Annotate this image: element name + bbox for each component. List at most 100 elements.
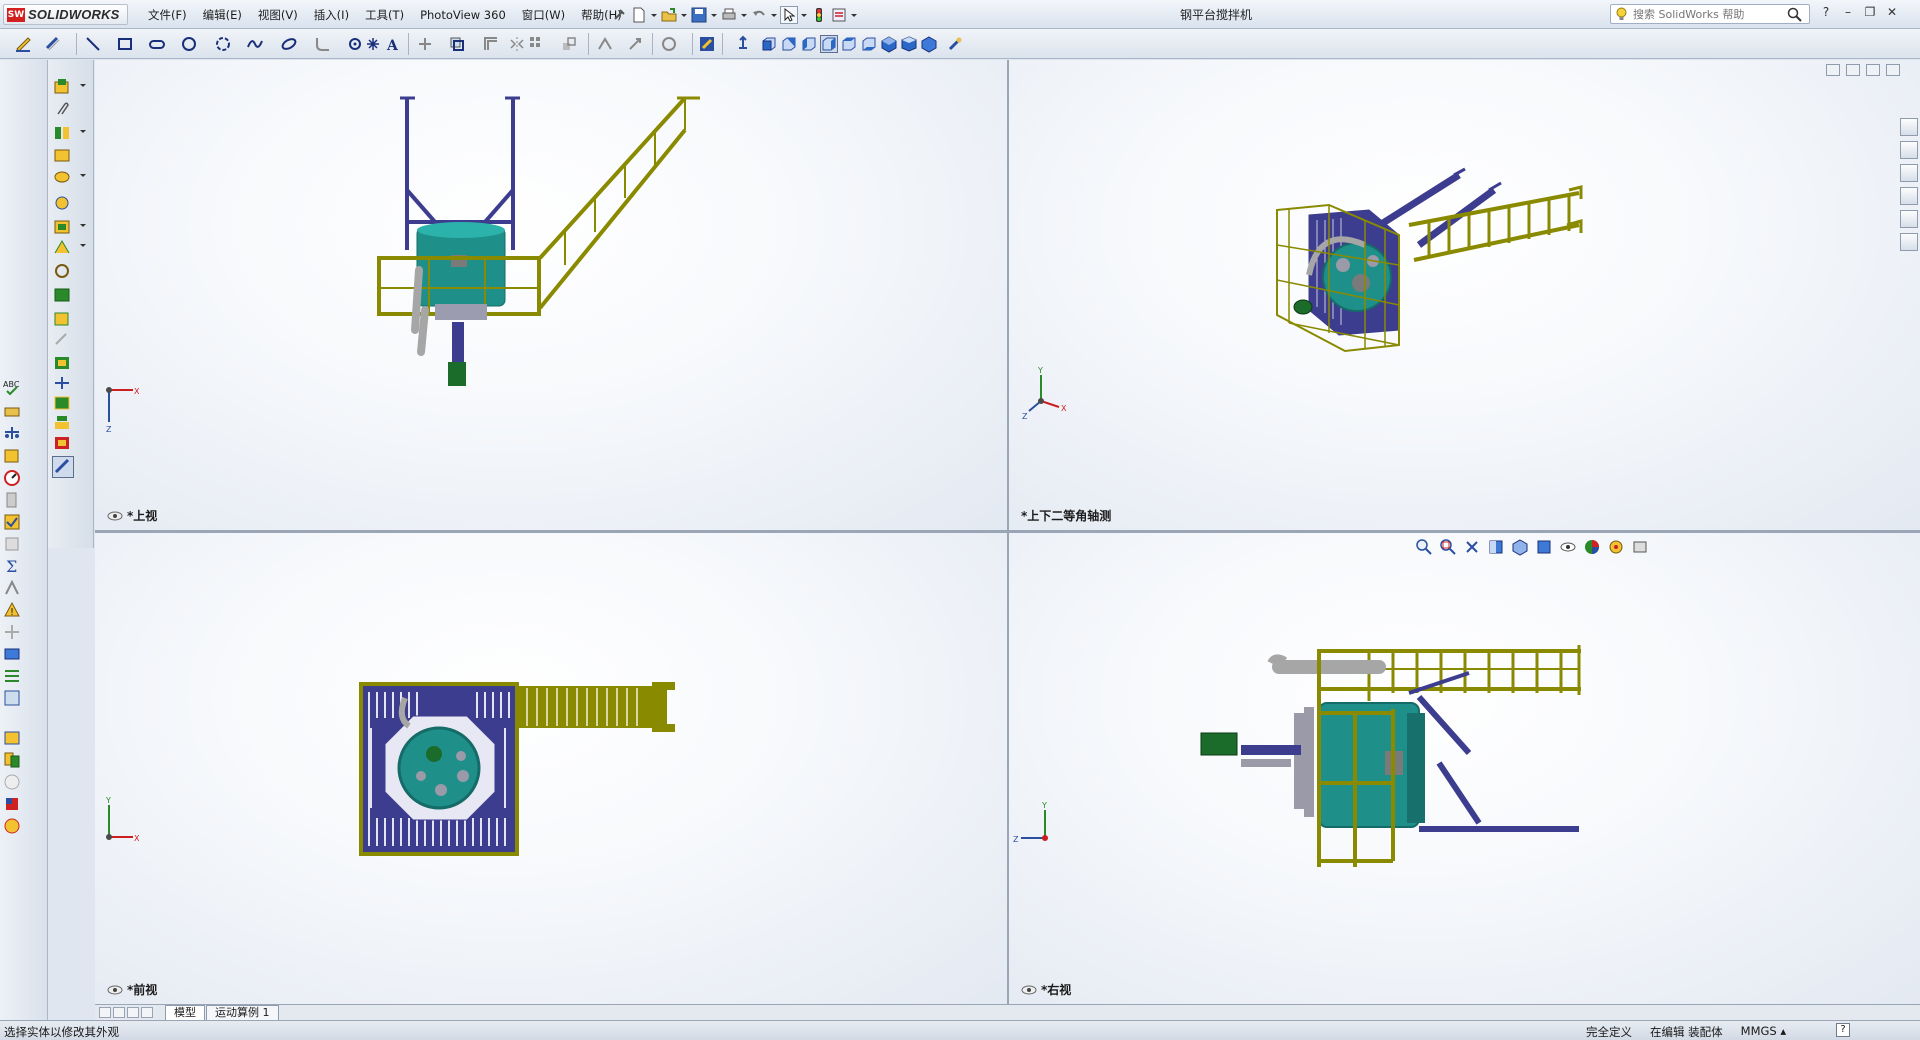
spelling-check-icon[interactable]: ABC [2, 378, 24, 398]
link-views-icon[interactable] [946, 35, 964, 53]
view-orientation-icon[interactable] [1511, 538, 1529, 556]
geometry-analysis-icon[interactable] [2, 534, 24, 554]
solidworks-resources-icon[interactable] [1900, 118, 1918, 136]
rectangle-icon[interactable] [116, 35, 134, 53]
offset-entities-icon[interactable] [482, 35, 500, 53]
convert-entities-icon[interactable] [448, 35, 466, 53]
new-dropdown-icon[interactable] [650, 6, 658, 24]
select-pointer-icon[interactable] [780, 6, 798, 24]
viewport-vertical-splitter[interactable] [1007, 60, 1009, 1004]
zoom-to-area-icon[interactable] [1439, 538, 1457, 556]
sweep-icon[interactable] [52, 146, 72, 164]
slot-icon[interactable] [148, 35, 166, 53]
undo-icon[interactable] [750, 6, 768, 24]
new-document-icon[interactable] [630, 6, 648, 24]
revolve-dropdown-icon[interactable] [80, 128, 86, 134]
pin-icon[interactable] [610, 6, 628, 24]
viewport-dimetric-view[interactable]: Y X Z *上下二等角轴测 [1009, 60, 1920, 530]
display-relations-icon[interactable] [596, 35, 614, 53]
bill-of-materials-icon[interactable] [52, 434, 72, 452]
display-style-icon[interactable] [1535, 538, 1553, 556]
extruded-dropdown-icon[interactable] [80, 82, 86, 88]
loft-dropdown-icon[interactable] [80, 172, 86, 178]
print-dropdown-icon[interactable] [740, 6, 748, 24]
active-sketch-tab-icon[interactable] [52, 456, 74, 478]
polygon-icon[interactable] [346, 35, 364, 53]
mate-icon[interactable] [52, 354, 72, 372]
point-icon[interactable] [364, 35, 382, 53]
check-icon[interactable] [2, 512, 24, 532]
hide-show-items-icon[interactable] [1559, 538, 1577, 556]
edit-appearance-icon[interactable] [1583, 538, 1601, 556]
solidworks-logo[interactable]: SW SOLIDWORKS [3, 4, 128, 25]
right-view-icon[interactable] [820, 35, 838, 53]
line-icon[interactable] [84, 35, 102, 53]
file-explorer-icon[interactable] [1900, 164, 1918, 182]
reference-geometry-icon[interactable] [52, 262, 72, 280]
open-dropdown-icon[interactable] [680, 6, 688, 24]
mass-properties-icon[interactable] [2, 424, 24, 444]
zoom-to-fit-icon[interactable] [1415, 538, 1433, 556]
isometric-view-icon[interactable] [880, 35, 898, 53]
linear-pattern-feature-icon[interactable] [52, 218, 72, 236]
curves-icon[interactable] [52, 286, 72, 304]
status-help-icon[interactable]: ? [1836, 1023, 1850, 1037]
compare-documents-icon[interactable] [2, 750, 24, 770]
exploded-view-icon[interactable] [52, 414, 72, 432]
revolve-icon[interactable] [52, 124, 72, 142]
fillet-icon[interactable] [314, 35, 332, 53]
move-component-icon[interactable] [52, 374, 72, 392]
menu-file[interactable]: 文件(F) [140, 4, 195, 26]
help-search-input[interactable] [1633, 6, 1783, 22]
help-search-box[interactable] [1610, 4, 1810, 24]
thickness-analysis-icon[interactable] [2, 644, 24, 664]
equations-icon[interactable]: Σ [2, 556, 24, 576]
instant3d-icon[interactable] [52, 310, 72, 328]
design-library-icon[interactable] [1900, 141, 1918, 159]
viewport-top-view[interactable]: X Z *上视 [95, 60, 1007, 530]
last-tab-arrow-icon[interactable] [141, 1007, 153, 1018]
viewport-front-view[interactable]: Y X *前视 [95, 533, 1007, 1004]
right-view-model[interactable] [1179, 633, 1599, 873]
spline-icon[interactable] [246, 35, 264, 53]
section-properties-icon[interactable] [2, 446, 24, 466]
design-checker-icon[interactable] [2, 794, 24, 814]
tab-model[interactable]: 模型 [165, 1005, 205, 1020]
rebuild-icon[interactable] [810, 6, 828, 24]
viewport-split-icon[interactable] [1826, 64, 1840, 76]
appearances-scenes-icon[interactable] [1900, 210, 1918, 228]
normal-to-icon[interactable] [734, 35, 752, 53]
menu-window[interactable]: 窗口(W) [514, 4, 573, 26]
circle-icon[interactable] [180, 35, 198, 53]
options-icon[interactable] [830, 6, 848, 24]
draft-analysis-icon[interactable] [2, 578, 24, 598]
bottom-view-icon[interactable] [860, 35, 878, 53]
viewport-link-icon[interactable] [1846, 64, 1860, 76]
front-view-model[interactable] [357, 678, 687, 868]
top-view-model[interactable] [355, 90, 715, 390]
search-icon[interactable] [1787, 7, 1802, 22]
section-view-icon[interactable] [1487, 538, 1505, 556]
repair-sketch-icon[interactable] [626, 35, 644, 53]
menu-insert[interactable]: 插入(I) [306, 4, 357, 26]
linear-pattern-icon[interactable] [528, 35, 546, 53]
close-button[interactable]: ✕ [1884, 4, 1900, 20]
statistics-icon[interactable] [2, 490, 24, 510]
front-view-icon[interactable] [760, 35, 778, 53]
parting-line-analysis-icon[interactable] [2, 622, 24, 642]
rapid-sketch-icon[interactable] [698, 35, 716, 53]
zebra-stripes-icon[interactable] [2, 666, 24, 686]
units-selector[interactable]: MMGS ▴ [1741, 1024, 1787, 1040]
minimize-button[interactable]: – [1840, 4, 1856, 20]
view-settings-icon[interactable] [1631, 538, 1649, 556]
apply-scene-icon[interactable] [1607, 538, 1625, 556]
loft-icon[interactable] [52, 168, 72, 186]
help-question-icon[interactable]: ? [1818, 4, 1834, 20]
menu-edit[interactable]: 编辑(E) [195, 4, 250, 26]
ellipse-icon[interactable] [280, 35, 298, 53]
back-view-icon[interactable] [780, 35, 798, 53]
viewport-right-view[interactable]: Y Z *右视 [1009, 533, 1920, 1004]
options-dropdown-icon[interactable] [850, 6, 858, 24]
dimetric-view-model[interactable] [1269, 165, 1609, 375]
symmetry-check-icon[interactable] [2, 728, 24, 748]
